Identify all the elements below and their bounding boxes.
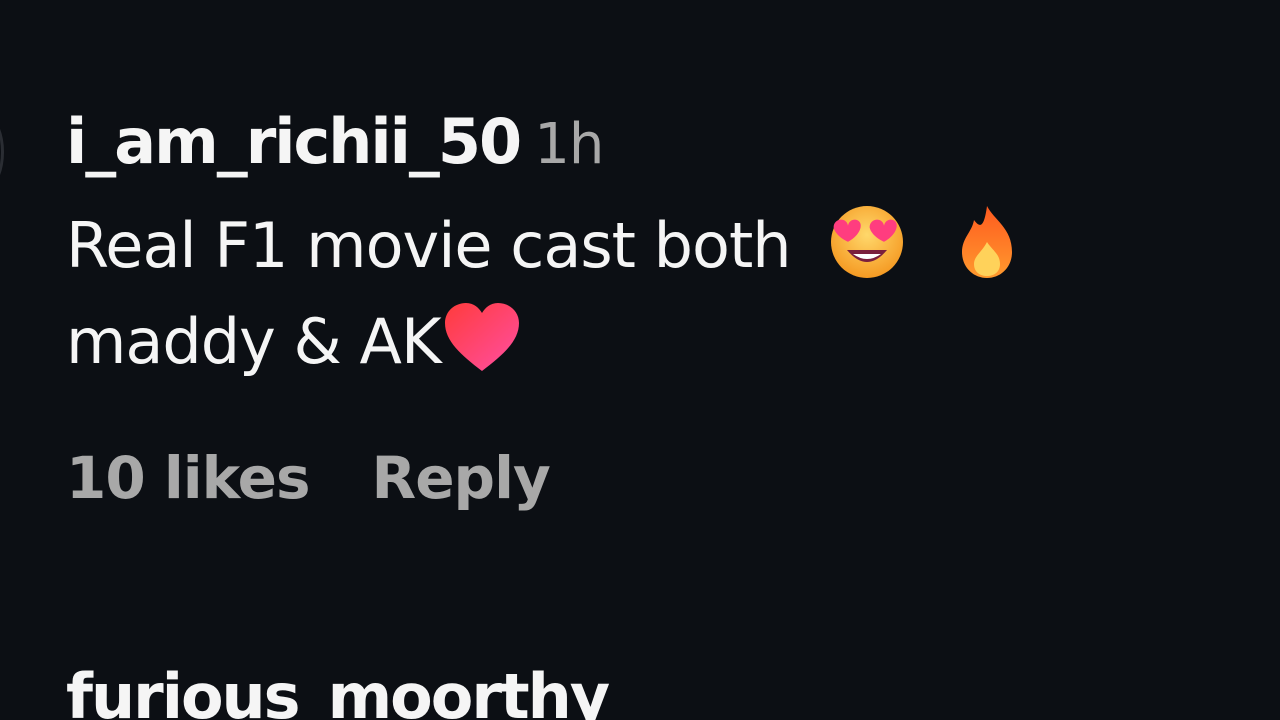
comment-header: i_am_richii_50 1h: [66, 100, 604, 184]
likes-count[interactable]: 10 likes: [66, 438, 311, 518]
comment-line-2: maddy & AK: [66, 294, 1186, 390]
fire-icon: [954, 202, 1020, 282]
star-struck-emoji-icon: [827, 202, 907, 282]
comment-username[interactable]: i_am_richii_50: [66, 105, 522, 178]
reply-button[interactable]: Reply: [372, 438, 551, 518]
comment-actions: 10 likes Reply: [66, 438, 551, 518]
comment-text: Real F1 movie cast both maddy & AK: [66, 198, 1186, 390]
comment-text-part-2: maddy & AK: [66, 305, 442, 378]
comment-text-part-1: Real F1 movie cast both: [66, 209, 792, 282]
comment-line-1: Real F1 movie cast both: [66, 198, 1186, 294]
next-comment-username[interactable]: furious_moorthy: [66, 655, 610, 720]
avatar[interactable]: [0, 118, 4, 186]
heart-icon: [441, 301, 523, 375]
comment-timestamp: 1h: [534, 112, 604, 177]
